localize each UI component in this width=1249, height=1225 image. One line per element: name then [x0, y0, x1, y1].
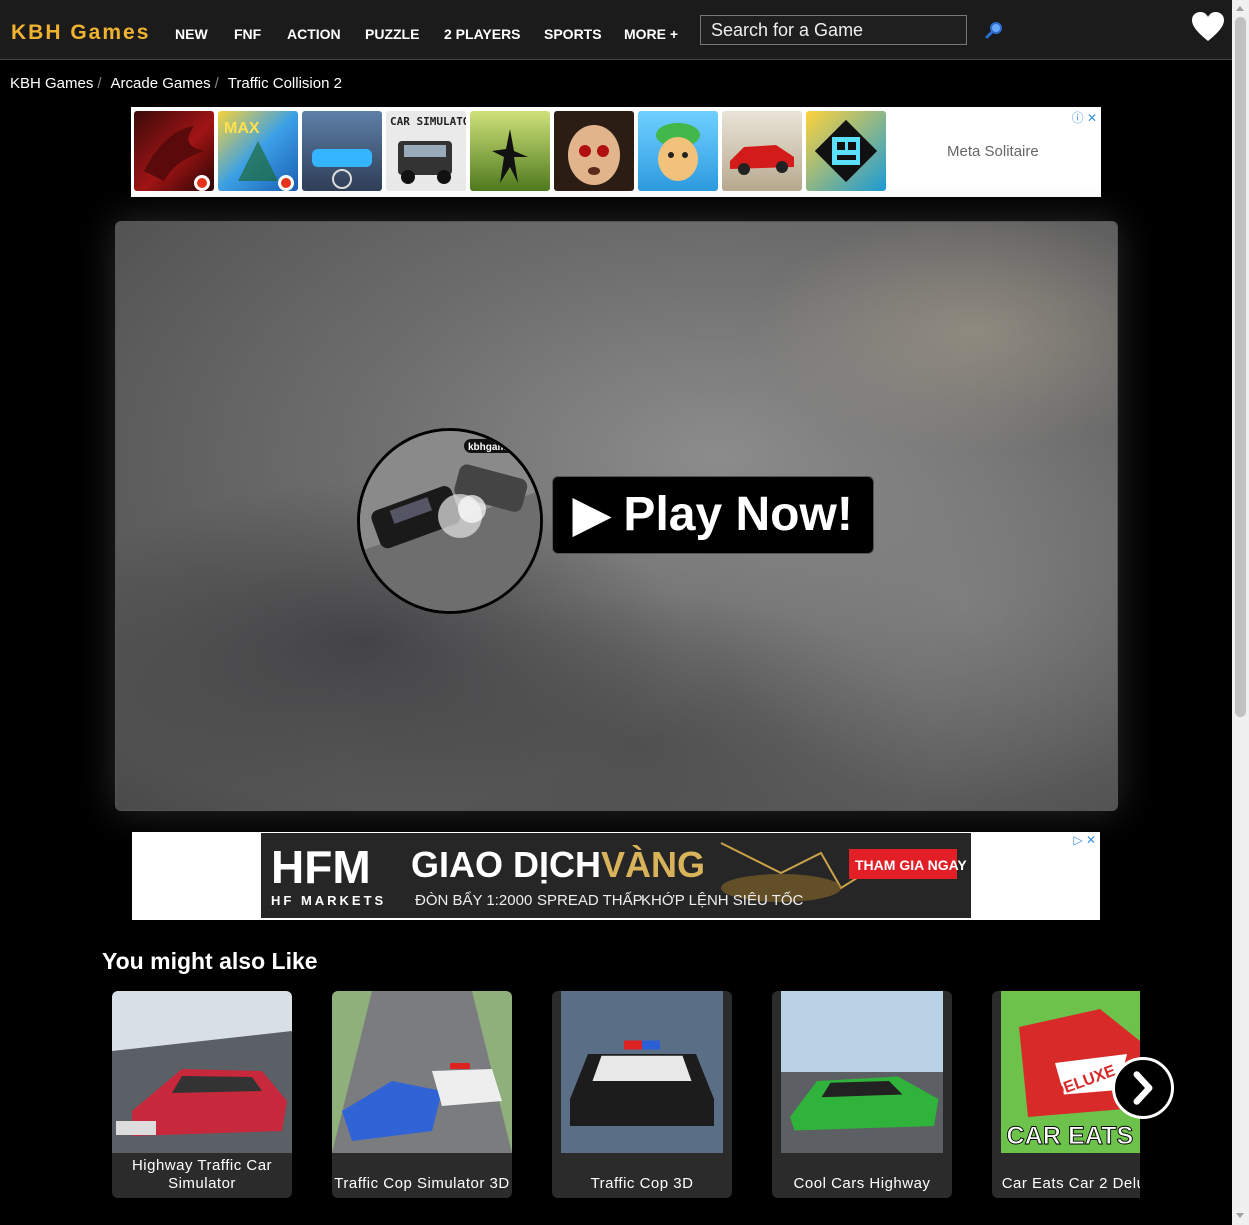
- game-card-title[interactable]: Highway Traffic Car Simulator: [112, 1157, 292, 1193]
- svg-text:CAR EATS CAR: CAR EATS CAR: [1006, 1122, 1140, 1150]
- game-card-title[interactable]: Car Eats Car 2 Deluxe: [992, 1175, 1140, 1193]
- carousel-next-icon[interactable]: [1112, 1057, 1174, 1119]
- favorites-heart-icon[interactable]: [1191, 11, 1225, 43]
- game-card[interactable]: Highway Traffic Car Simulator: [112, 991, 292, 1198]
- scroll-up-arrow-icon[interactable]: [1236, 6, 1244, 11]
- page-scrollbar[interactable]: [1232, 0, 1249, 1225]
- scrollbar-thumb[interactable]: [1235, 17, 1246, 717]
- game-card[interactable]: Cool Cars Highway: [772, 991, 952, 1198]
- scroll-down-arrow-icon[interactable]: [1236, 1213, 1244, 1218]
- game-card-title[interactable]: Traffic Cop Simulator 3D: [332, 1175, 512, 1193]
- recommendations-carousel: Highway Traffic Car Simulator Traffic Co…: [0, 0, 1140, 1225]
- game-card[interactable]: Traffic Cop 3D: [552, 991, 732, 1198]
- police-car-art-icon: [561, 991, 723, 1153]
- game-card-title[interactable]: Cool Cars Highway: [772, 1175, 952, 1193]
- green-supercar-art-icon: [781, 991, 943, 1153]
- game-card-title[interactable]: Traffic Cop 3D: [552, 1175, 732, 1193]
- highway-traffic-art-icon: [112, 991, 292, 1153]
- game-card[interactable]: Traffic Cop Simulator 3D: [332, 991, 512, 1198]
- traffic-cop-art-icon: [332, 991, 512, 1153]
